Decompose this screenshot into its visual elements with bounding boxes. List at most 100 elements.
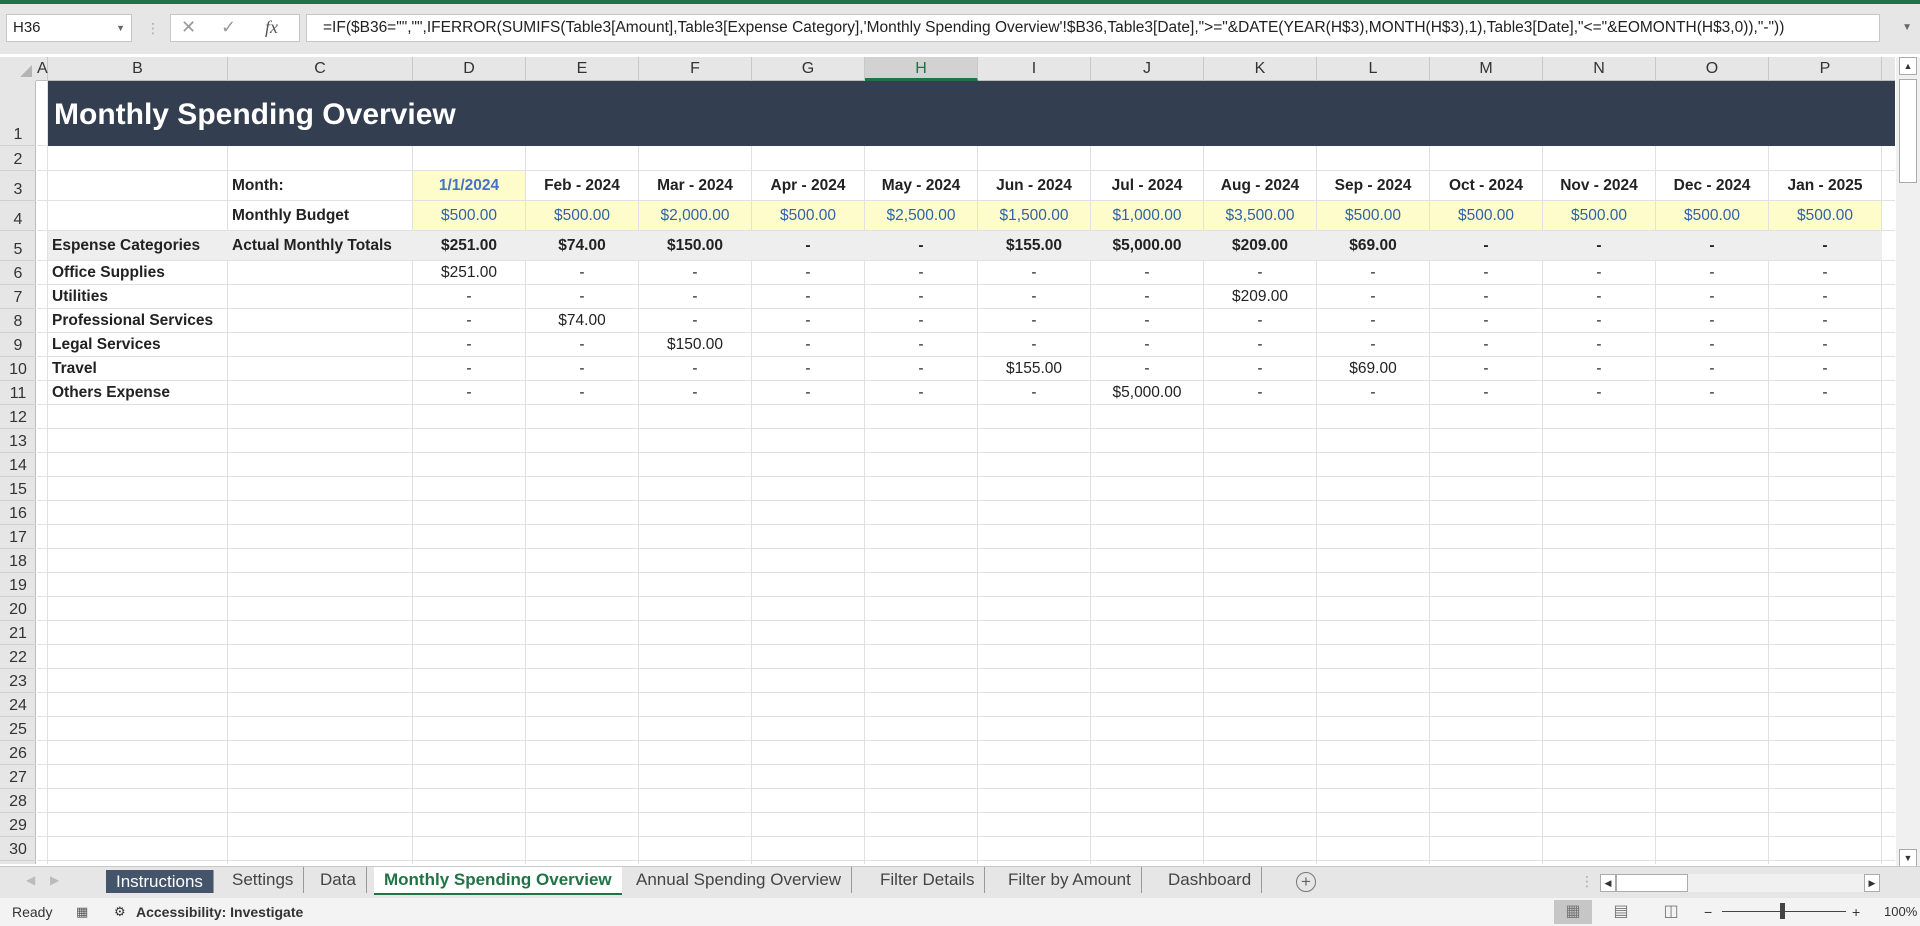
category-value-cell[interactable]: $155.00 [978, 357, 1090, 380]
month-header[interactable]: Jan - 2025 [1769, 171, 1881, 200]
page-layout-view-icon[interactable]: ▤ [1602, 900, 1640, 924]
month-header[interactable]: May - 2024 [865, 171, 977, 200]
row-header-19[interactable]: 19 [0, 573, 36, 597]
sheet-tab-settings[interactable]: Settings [222, 867, 305, 893]
row-header-12[interactable]: 12 [0, 405, 36, 429]
insert-function-icon[interactable]: fx [265, 17, 278, 38]
zoom-out-button[interactable]: − [1704, 904, 1712, 920]
budget-cell[interactable]: $500.00 [752, 201, 864, 230]
row-header-1[interactable]: 1 [0, 81, 36, 146]
category-value-cell[interactable]: - [639, 357, 751, 380]
category-value-cell[interactable]: - [1543, 333, 1655, 356]
column-header-l[interactable]: L [1317, 57, 1430, 81]
category-value-cell[interactable]: - [752, 309, 864, 332]
formula-bar-grip-icon[interactable]: ⋮ [146, 20, 160, 37]
row-header-20[interactable]: 20 [0, 597, 36, 621]
category-value-cell[interactable]: - [1204, 309, 1316, 332]
month-header[interactable]: Nov - 2024 [1543, 171, 1655, 200]
category-value-cell[interactable]: - [1543, 357, 1655, 380]
category-value-cell[interactable]: - [865, 381, 977, 404]
category-value-cell[interactable]: $251.00 [413, 261, 525, 284]
month-label[interactable]: Month: [228, 171, 412, 200]
row-header-8[interactable]: 8 [0, 309, 36, 333]
column-header-b[interactable]: B [48, 57, 228, 81]
category-name[interactable]: Travel [48, 357, 227, 380]
row-header-28[interactable]: 28 [0, 789, 36, 813]
column-header-k[interactable]: K [1204, 57, 1317, 81]
month-header[interactable]: 1/1/2024 [413, 171, 525, 200]
sheet-tab-annual-spending-overview[interactable]: Annual Spending Overview [626, 867, 853, 893]
category-value-cell[interactable]: - [1430, 261, 1542, 284]
column-header-o[interactable]: O [1656, 57, 1769, 81]
category-value-cell[interactable]: - [1091, 285, 1203, 308]
category-value-cell[interactable]: - [752, 381, 864, 404]
category-value-cell[interactable]: - [413, 309, 525, 332]
category-value-cell[interactable]: - [1430, 333, 1542, 356]
budget-cell[interactable]: $500.00 [1430, 201, 1542, 230]
monthly-total-cell[interactable]: $150.00 [639, 231, 751, 260]
category-value-cell[interactable]: - [1317, 309, 1429, 332]
budget-cell[interactable]: $1,500.00 [978, 201, 1090, 230]
worksheet-grid[interactable]: Monthly Spending Overview Month: 1/1/2024 F… [37, 81, 1895, 864]
category-value-cell[interactable]: $209.00 [1204, 285, 1316, 308]
category-value-cell[interactable]: - [1543, 261, 1655, 284]
category-value-cell[interactable]: - [1656, 309, 1768, 332]
category-value-cell[interactable]: - [1656, 381, 1768, 404]
row-header-21[interactable]: 21 [0, 621, 36, 645]
column-header-n[interactable]: N [1543, 57, 1656, 81]
category-name[interactable]: Utilities [48, 285, 227, 308]
category-value-cell[interactable]: - [865, 333, 977, 356]
category-value-cell[interactable]: - [526, 357, 638, 380]
category-value-cell[interactable]: - [1317, 333, 1429, 356]
scroll-up-icon[interactable]: ▲ [1899, 57, 1917, 75]
month-header[interactable]: Oct - 2024 [1430, 171, 1542, 200]
category-value-cell[interactable]: - [1656, 261, 1768, 284]
category-value-cell[interactable]: - [526, 261, 638, 284]
category-value-cell[interactable]: - [1430, 357, 1542, 380]
budget-cell[interactable]: $500.00 [1543, 201, 1655, 230]
row-header-11[interactable]: 11 [0, 381, 36, 405]
column-header-i[interactable]: I [978, 57, 1091, 81]
category-value-cell[interactable]: - [526, 381, 638, 404]
row-header-16[interactable]: 16 [0, 501, 36, 525]
budget-cell[interactable]: $2,500.00 [865, 201, 977, 230]
category-value-cell[interactable]: - [1091, 333, 1203, 356]
category-value-cell[interactable]: - [865, 309, 977, 332]
category-value-cell[interactable]: - [1543, 381, 1655, 404]
sheet-tab-instructions[interactable]: Instructions [106, 870, 214, 893]
row-header-3[interactable]: 3 [0, 171, 36, 201]
monthly-total-cell[interactable]: $209.00 [1204, 231, 1316, 260]
row-header-24[interactable]: 24 [0, 693, 36, 717]
prev-sheet-icon[interactable]: ◀ [26, 873, 35, 887]
category-value-cell[interactable]: - [1204, 381, 1316, 404]
budget-cell[interactable]: $500.00 [526, 201, 638, 230]
zoom-slider-handle[interactable] [1780, 903, 1785, 919]
scroll-right-icon[interactable]: ▶ [1864, 874, 1880, 892]
row-header-6[interactable]: 6 [0, 261, 36, 285]
category-value-cell[interactable]: - [639, 285, 751, 308]
category-value-cell[interactable]: - [1430, 381, 1542, 404]
category-value-cell[interactable]: - [1091, 309, 1203, 332]
budget-cell[interactable]: $500.00 [1656, 201, 1768, 230]
vertical-scroll-thumb[interactable] [1899, 79, 1917, 183]
budget-label[interactable]: Monthly Budget [228, 201, 412, 230]
row-header-13[interactable]: 13 [0, 429, 36, 453]
category-value-cell[interactable]: - [413, 285, 525, 308]
column-header-a[interactable]: A [37, 57, 48, 81]
category-value-cell[interactable]: - [639, 309, 751, 332]
categories-header[interactable]: Espense Categories [48, 231, 227, 260]
monthly-total-cell[interactable]: $69.00 [1317, 231, 1429, 260]
vertical-scrollbar[interactable]: ▲ ▼ [1896, 57, 1920, 867]
category-value-cell[interactable]: - [865, 357, 977, 380]
page-break-preview-icon[interactable]: ◫ [1652, 900, 1690, 924]
category-value-cell[interactable]: - [1204, 261, 1316, 284]
budget-cell[interactable]: $3,500.00 [1204, 201, 1316, 230]
category-value-cell[interactable]: - [1317, 381, 1429, 404]
add-sheet-icon[interactable]: + [1296, 872, 1316, 892]
row-header-18[interactable]: 18 [0, 549, 36, 573]
scroll-down-icon[interactable]: ▼ [1899, 849, 1917, 867]
category-value-cell[interactable]: - [1317, 261, 1429, 284]
category-value-cell[interactable]: - [865, 261, 977, 284]
budget-cell[interactable]: $1,000.00 [1091, 201, 1203, 230]
cancel-icon[interactable]: ✕ [181, 17, 196, 38]
